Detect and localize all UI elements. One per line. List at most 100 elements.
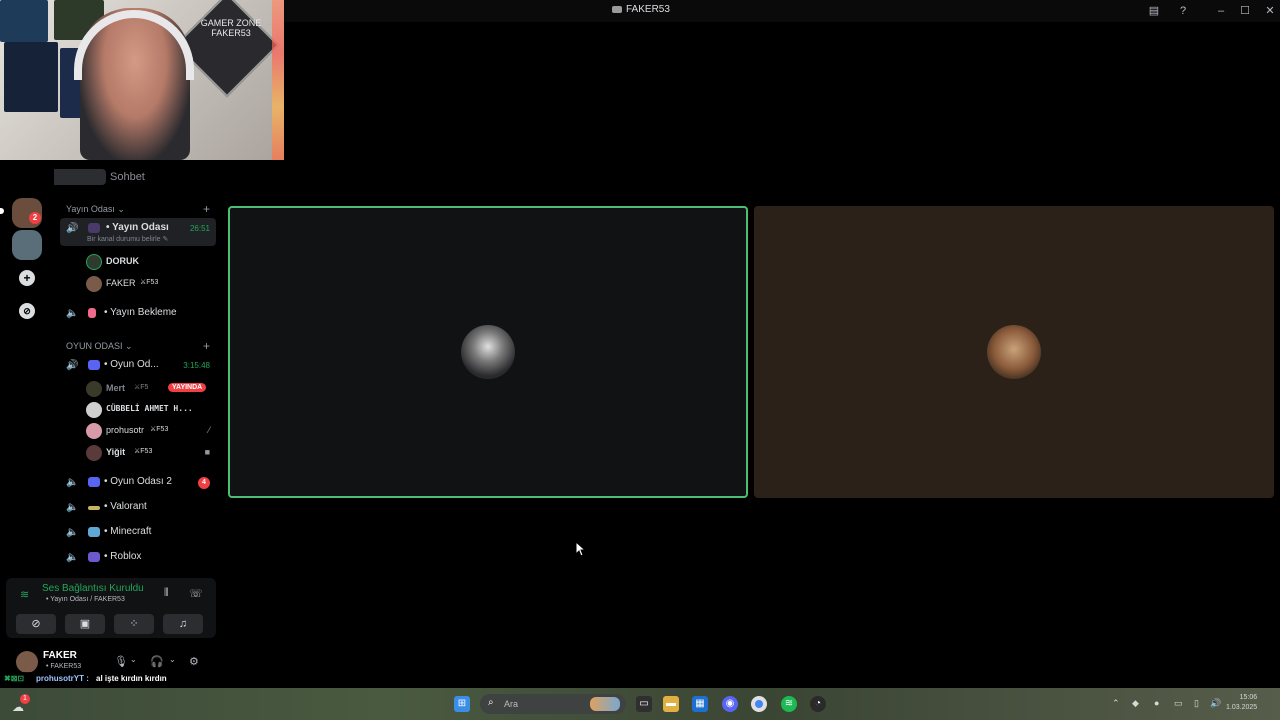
spotify-icon[interactable]: ≋ bbox=[781, 696, 797, 712]
member-name: prohusotr bbox=[106, 425, 145, 435]
speaker-icon: 🔈 bbox=[66, 308, 79, 319]
minimize-button[interactable]: – bbox=[1213, 3, 1229, 19]
network-icon[interactable]: ▭ bbox=[1174, 698, 1183, 709]
app-tray-icon[interactable]: ● bbox=[1154, 698, 1159, 708]
taskbar-clock[interactable]: 15:06 1.03.2025 bbox=[1226, 693, 1257, 713]
server-header-text: Sohbet bbox=[110, 171, 145, 183]
windows-taskbar: ☁ 1 ⊞ ⌕ Ara ▭ ▬ ▦ ◉ ≋ ◔ ⌃ ◆ ● ▭ ▯ 🔊 15:0… bbox=[0, 688, 1280, 720]
noise-suppression-icon[interactable]: ⫴ bbox=[164, 587, 169, 600]
stream-chat-overlay: ✖⊠⊡ prohusotrYT : al işte kırdın kırdın bbox=[2, 672, 232, 686]
voice-member[interactable]: FAKER ⚔F53 bbox=[84, 275, 214, 293]
video-tile-speaking[interactable] bbox=[228, 206, 748, 498]
task-view-icon[interactable]: ▭ bbox=[636, 696, 652, 712]
microphone-icon[interactable]: 🎙 bbox=[114, 655, 128, 668]
battery-icon[interactable]: ▯ bbox=[1194, 698, 1199, 709]
window-title-text: FAKER53 bbox=[626, 4, 670, 15]
discord-icon[interactable]: ◉ bbox=[722, 696, 738, 712]
video-tile[interactable] bbox=[754, 206, 1274, 498]
camera-icon: ■ bbox=[204, 447, 210, 457]
chevron-up-icon[interactable]: ⌃ bbox=[1112, 698, 1120, 709]
voice-member[interactable]: Yiğit ⚔F53 ■ bbox=[84, 444, 214, 462]
volume-icon[interactable]: 🔊 bbox=[1210, 698, 1221, 709]
channel-timer: 3:15:48 bbox=[183, 361, 210, 370]
live-badge: YAYINDA bbox=[168, 383, 207, 392]
channel-name: • Minecraft bbox=[104, 526, 152, 537]
avatar bbox=[86, 402, 102, 418]
app-tray-icon[interactable]: ◆ bbox=[1132, 698, 1139, 709]
channel-yayin-odasi[interactable]: 🔊 • Yayın Odası 26:51 Bir kanal durumu b… bbox=[60, 218, 216, 246]
add-channel-icon[interactable]: + bbox=[203, 202, 210, 216]
username[interactable]: FAKER bbox=[43, 650, 77, 661]
channel-name: • Yayın Bekleme bbox=[104, 307, 177, 318]
taskbar-search[interactable]: ⌕ Ara bbox=[480, 694, 626, 714]
channel-name: • Oyun Od... bbox=[104, 359, 159, 370]
screen-share-button[interactable]: ▣ bbox=[65, 614, 105, 634]
mouse-cursor bbox=[575, 541, 587, 557]
member-tag: ⚔F53 bbox=[150, 426, 169, 433]
voice-member[interactable]: prohusotr ⚔F53 ⁄ bbox=[84, 422, 214, 440]
category-yayin-odasi[interactable]: Yayın Odası ⌄ bbox=[66, 204, 125, 215]
maximize-button[interactable]: ☐ bbox=[1237, 3, 1253, 19]
poster bbox=[0, 0, 48, 42]
voice-channel-path[interactable]: • Yayın Odası / FAKER53 bbox=[46, 596, 125, 603]
category-oyun-odasi[interactable]: OYUN ODASI ⌄ bbox=[66, 341, 133, 352]
close-button[interactable]: ✕ bbox=[1262, 3, 1278, 19]
user-status: • FAKER53 bbox=[46, 663, 82, 670]
disconnect-icon[interactable]: ☏ bbox=[189, 587, 203, 600]
mute-icon: ⁄ bbox=[208, 425, 210, 435]
channel-oyun-odasi-2[interactable]: 🔈 • Oyun Odası 2 4 bbox=[60, 472, 216, 494]
avatar bbox=[86, 445, 102, 461]
minecraft-icon bbox=[88, 527, 100, 537]
chevron-down-icon[interactable]: ⌄ bbox=[130, 655, 137, 664]
chat-badges: ✖⊠⊡ bbox=[4, 674, 25, 683]
signal-icon[interactable]: ≋ bbox=[20, 588, 29, 601]
channel-status[interactable]: Bir kanal durumu belirle ✎ bbox=[87, 235, 168, 243]
file-explorer-icon[interactable]: ▬ bbox=[663, 696, 679, 712]
clock-time: 15:06 bbox=[1239, 694, 1258, 701]
start-button[interactable]: ⊞ bbox=[454, 696, 470, 712]
headphones-icon[interactable]: 🎧 bbox=[150, 655, 164, 668]
soundboard-button[interactable]: ♫ bbox=[163, 614, 203, 634]
member-name: FAKER bbox=[106, 278, 136, 288]
avatar bbox=[86, 276, 102, 292]
add-server-icon[interactable]: + bbox=[19, 270, 35, 286]
discover-icon[interactable]: ⊘ bbox=[19, 303, 35, 319]
member-tag: ⚔F53 bbox=[140, 279, 159, 286]
channel-roblox[interactable]: 🔈 • Roblox bbox=[60, 547, 216, 569]
activities-button[interactable]: ⁘ bbox=[114, 614, 154, 634]
voice-member[interactable]: CÜBBELİ AHMET H... bbox=[84, 401, 214, 419]
weather-widget-icon[interactable]: ☁ 1 bbox=[12, 694, 32, 714]
search-highlight-image bbox=[590, 697, 620, 711]
chrome-icon[interactable] bbox=[751, 696, 767, 712]
notification-badge: 1 bbox=[20, 694, 30, 704]
avatar bbox=[86, 381, 102, 397]
channel-oyun-odasi[interactable]: 🔊 • Oyun Od... 3:15:48 bbox=[60, 355, 216, 377]
window-title: FAKER53 bbox=[612, 4, 670, 15]
voice-connection-panel: ≋ Ses Bağlantısı Kuruldu • Yayın Odası /… bbox=[6, 578, 216, 638]
obs-icon[interactable]: ◔ bbox=[810, 696, 826, 712]
channel-minecraft[interactable]: 🔈 • Minecraft bbox=[60, 522, 216, 544]
channel-valorant[interactable]: 🔈 • Valorant bbox=[60, 497, 216, 519]
settings-gear-icon[interactable]: ⚙ bbox=[189, 655, 199, 668]
voice-member[interactable]: Mert ⚔F5 YAYINDA bbox=[84, 380, 214, 398]
camera-off-button[interactable]: ⊘ bbox=[16, 614, 56, 634]
channel-name: • Roblox bbox=[104, 551, 142, 562]
voice-status[interactable]: Ses Bağlantısı Kuruldu bbox=[42, 583, 144, 594]
search-placeholder: Ara bbox=[504, 699, 519, 709]
server-badge: 2 bbox=[29, 212, 41, 224]
chevron-down-icon[interactable]: ⌄ bbox=[169, 655, 176, 664]
avatar[interactable] bbox=[16, 651, 38, 673]
voice-member[interactable]: DORUK bbox=[84, 253, 214, 271]
channel-name: • Oyun Odası 2 bbox=[104, 476, 172, 487]
channel-yayin-bekleme[interactable]: 🔈 • Yayın Bekleme bbox=[60, 303, 216, 325]
help-icon[interactable]: ? bbox=[1175, 3, 1191, 19]
add-channel-icon[interactable]: + bbox=[203, 339, 210, 353]
server-icon[interactable] bbox=[12, 230, 42, 260]
avatar bbox=[86, 423, 102, 439]
inbox-icon[interactable]: ▤ bbox=[1146, 3, 1162, 19]
channel-timer: 26:51 bbox=[189, 224, 210, 233]
chat-message: al işte kırdın kırdın bbox=[96, 674, 167, 683]
unread-pill bbox=[0, 208, 4, 214]
store-icon[interactable]: ▦ bbox=[692, 696, 708, 712]
user-count-badge: 4 bbox=[198, 477, 210, 489]
